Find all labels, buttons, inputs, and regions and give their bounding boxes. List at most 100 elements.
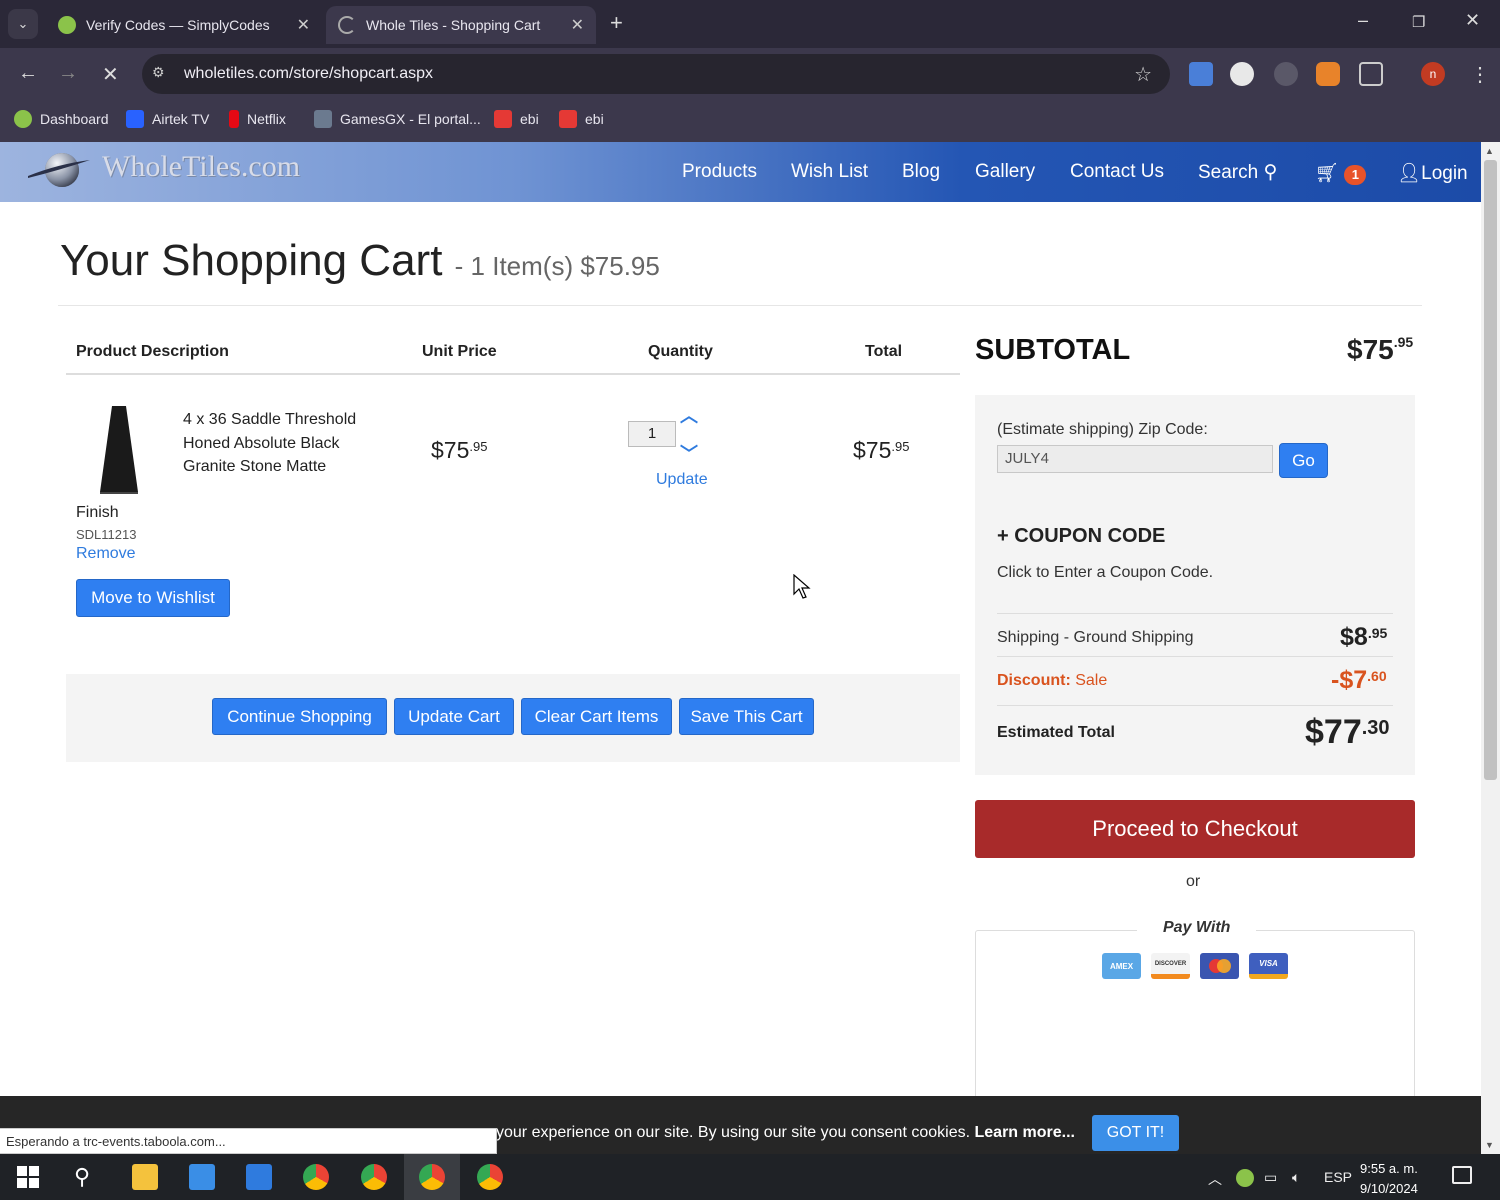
back-icon[interactable]: ← bbox=[18, 62, 38, 85]
pay-with-label: Pay With bbox=[1137, 919, 1257, 937]
tray-app-icon[interactable] bbox=[1236, 1169, 1254, 1187]
browser-toolbar: ← → ✕ ⚙ wholetiles.com/store/shopcart.as… bbox=[0, 48, 1500, 100]
quantity-update-link[interactable]: Update bbox=[656, 471, 708, 489]
site-header: WholeTiles.com Products Wish List Blog G… bbox=[0, 142, 1481, 202]
close-tab-icon[interactable]: ✕ bbox=[571, 15, 584, 35]
taskbar-search-icon[interactable]: ⚲ bbox=[74, 1164, 100, 1190]
quantity-decrease-icon[interactable]: ﹀ bbox=[680, 440, 698, 466]
scroll-up-icon[interactable]: ▲ bbox=[1485, 146, 1494, 156]
nav-search[interactable]: Search ⚲ bbox=[1198, 161, 1277, 184]
volume-icon[interactable]: 🔈︎ bbox=[1292, 1169, 1300, 1186]
bookmark-ebi-2[interactable]: ebi bbox=[559, 110, 604, 128]
page-scrollbar[interactable]: ▲ ▼ bbox=[1481, 142, 1500, 1154]
windows-taskbar: ⚲ ︿ ▭ 🔈︎ ESP 9:55 a. m. 9/10/2024 bbox=[0, 1154, 1500, 1200]
quantity-input[interactable]: 1 bbox=[628, 421, 676, 447]
bookmark-gamesgx[interactable]: GamesGX - El portal... bbox=[314, 110, 481, 128]
save-this-cart-button[interactable]: Save This Cart bbox=[679, 698, 814, 735]
learn-more-link[interactable]: Learn more... bbox=[975, 1124, 1075, 1141]
shipping-cents: .95 bbox=[1367, 625, 1388, 641]
cookie-text: your experience on our site. By using ou… bbox=[496, 1124, 1075, 1142]
coupon-code-hint[interactable]: Click to Enter a Coupon Code. bbox=[997, 564, 1213, 582]
mail-icon[interactable] bbox=[246, 1164, 272, 1190]
close-tab-icon[interactable]: ✕ bbox=[297, 15, 310, 35]
nav-products[interactable]: Products bbox=[682, 161, 757, 183]
line-total: $75.95 bbox=[853, 437, 909, 464]
continue-shopping-button[interactable]: Continue Shopping bbox=[212, 698, 387, 735]
address-bar[interactable]: ⚙ wholetiles.com/store/shopcart.aspx ☆ bbox=[142, 54, 1170, 94]
bookmark-star-icon[interactable]: ☆ bbox=[1134, 62, 1152, 87]
language-indicator[interactable]: ESP bbox=[1324, 1169, 1352, 1185]
nav-cart[interactable]: 🛒︎ 1 bbox=[1315, 161, 1367, 185]
product-name[interactable]: 4 x 36 Saddle Threshold Honed Absolute B… bbox=[183, 408, 383, 479]
tab-search-icon[interactable]: ⌄ bbox=[8, 9, 38, 39]
nav-contact-us[interactable]: Contact Us bbox=[1070, 161, 1164, 183]
bookmark-netflix[interactable]: Netflix bbox=[229, 110, 286, 128]
quantity-increase-icon[interactable]: ︿ bbox=[680, 402, 698, 428]
extension-puzzle-dark-icon[interactable] bbox=[1274, 62, 1298, 86]
discount-value: -$7.60 bbox=[1331, 666, 1387, 695]
taskbar-clock[interactable]: 9:55 a. m. 9/10/2024 bbox=[1360, 1159, 1418, 1199]
move-to-wishlist-button[interactable]: Move to Wishlist bbox=[76, 579, 230, 617]
product-image[interactable] bbox=[100, 406, 138, 494]
update-cart-button[interactable]: Update Cart bbox=[394, 698, 514, 735]
cookie-accept-button[interactable]: GOT IT! bbox=[1092, 1115, 1179, 1151]
chrome-profile-n-icon[interactable] bbox=[419, 1164, 445, 1190]
site-logo-text[interactable]: WholeTiles.com bbox=[102, 150, 300, 184]
metamask-icon[interactable] bbox=[1316, 62, 1340, 86]
network-icon[interactable]: ▭ bbox=[1264, 1169, 1277, 1186]
subtotal-value: $75.95 bbox=[1347, 334, 1413, 366]
product-sku: SDL11213 bbox=[76, 527, 137, 542]
notifications-icon[interactable] bbox=[1452, 1166, 1472, 1184]
simplycodes-icon bbox=[58, 16, 76, 34]
discount-row-label: Discount: Sale bbox=[997, 672, 1107, 690]
translate-icon[interactable] bbox=[1189, 62, 1213, 86]
tray-chevron-icon[interactable]: ︿ bbox=[1208, 1169, 1222, 1189]
coupon-code-toggle[interactable]: + COUPON CODE bbox=[997, 525, 1165, 548]
microsoft-store-icon[interactable] bbox=[189, 1164, 215, 1190]
nav-login[interactable]: 👤︎Login bbox=[1397, 161, 1468, 185]
tab-wholetiles[interactable]: Whole Tiles - Shopping Cart ✕ bbox=[326, 6, 596, 44]
windows-start-icon[interactable] bbox=[17, 1166, 39, 1188]
restore-icon[interactable]: ❐ bbox=[1412, 13, 1425, 31]
proceed-to-checkout-button[interactable]: Proceed to Checkout bbox=[975, 800, 1415, 858]
stop-loading-icon[interactable]: ✕ bbox=[102, 62, 119, 87]
discover-card-icon: DISCOVER bbox=[1151, 953, 1190, 979]
bookmark-label: GamesGX - El portal... bbox=[340, 111, 481, 127]
cart-summary-text: - 1 Item(s) $75.95 bbox=[454, 251, 660, 281]
tab-title: Verify Codes — SimplyCodes bbox=[86, 17, 270, 33]
shipping-value: $8.95 bbox=[1340, 623, 1387, 652]
line-total-cents: .95 bbox=[891, 439, 910, 454]
zip-code-input[interactable]: JULY4 bbox=[997, 445, 1273, 473]
nav-blog[interactable]: Blog bbox=[902, 161, 940, 183]
ebi-icon bbox=[494, 110, 512, 128]
amex-card-icon: AMEX bbox=[1102, 953, 1141, 979]
scroll-down-icon[interactable]: ▼ bbox=[1485, 1140, 1494, 1150]
minimize-icon[interactable]: – bbox=[1358, 10, 1368, 31]
bookmark-ebi-1[interactable]: ebi bbox=[494, 110, 539, 128]
go-button[interactable]: Go bbox=[1279, 443, 1328, 478]
extension-grey-icon[interactable] bbox=[1230, 62, 1254, 86]
extensions-icon[interactable] bbox=[1359, 62, 1383, 86]
nav-wish-list[interactable]: Wish List bbox=[791, 161, 868, 183]
cart-count-badge: 1 bbox=[1344, 165, 1367, 185]
menu-kebab-icon[interactable]: ⋮ bbox=[1470, 62, 1490, 87]
nav-gallery[interactable]: Gallery bbox=[975, 161, 1035, 183]
unit-price-dollars: $75 bbox=[431, 437, 470, 463]
file-explorer-icon[interactable] bbox=[132, 1164, 158, 1190]
chrome-profile-j-icon[interactable] bbox=[303, 1164, 329, 1190]
profile-avatar[interactable]: n bbox=[1421, 62, 1445, 86]
forward-icon[interactable]: → bbox=[58, 62, 78, 85]
bookmark-dashboard[interactable]: Dashboard bbox=[14, 110, 109, 128]
bookmark-airtek[interactable]: Airtek TV bbox=[126, 110, 209, 128]
clear-cart-items-button[interactable]: Clear Cart Items bbox=[521, 698, 672, 735]
page-title: Your Shopping Cart - 1 Item(s) $75.95 bbox=[60, 236, 660, 286]
site-info-icon[interactable]: ⚙ bbox=[152, 64, 172, 84]
chrome-profile-N-icon[interactable] bbox=[477, 1164, 503, 1190]
chrome-profile-i-icon[interactable] bbox=[361, 1164, 387, 1190]
remove-item-link[interactable]: Remove bbox=[76, 545, 136, 563]
new-tab-icon[interactable]: + bbox=[610, 10, 623, 36]
scrollbar-thumb[interactable] bbox=[1484, 160, 1497, 780]
globe-logo-icon[interactable] bbox=[28, 150, 90, 188]
close-window-icon[interactable]: ✕ bbox=[1465, 10, 1480, 31]
tab-simplycodes[interactable]: Verify Codes — SimplyCodes ✕ bbox=[46, 6, 322, 44]
